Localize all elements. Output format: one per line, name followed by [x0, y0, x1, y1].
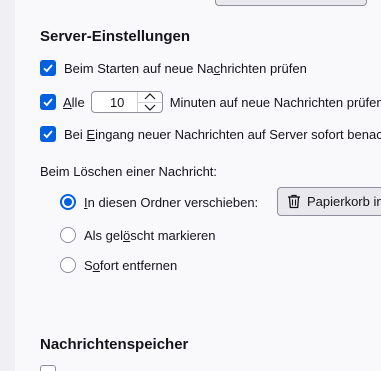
- section-title-message-storage: Nachrichtenspeicher: [40, 336, 189, 353]
- trash-folder-label: Papierkorb in: [307, 194, 381, 209]
- trash-folder-picker-button[interactable]: Papierkorb in: [277, 187, 381, 216]
- delete-option-remove-row[interactable]: Sofort entfernen: [60, 257, 177, 273]
- checkmark-icon: [43, 98, 53, 107]
- label-part: hrichten prüfen: [220, 60, 307, 76]
- fetch-on-arrival-row[interactable]: Bei Eingang neuer Nachrichten auf Server…: [40, 126, 381, 142]
- on-delete-label: Beim Löschen einer Nachricht:: [40, 164, 218, 179]
- label-part: lle: [71, 94, 85, 110]
- label-part: Bei: [64, 126, 87, 142]
- check-on-startup-row[interactable]: Beim Starten auf neue Nachrichten prüfen: [40, 60, 307, 76]
- check-interval-value[interactable]: 10: [92, 92, 137, 112]
- checkmark-icon: [43, 130, 53, 139]
- fetch-on-arrival-checkbox[interactable]: [40, 126, 56, 142]
- message-storage-first-row[interactable]: [40, 365, 56, 371]
- fetch-on-arrival-label: Bei Eingang neuer Nachrichten auf Server…: [64, 127, 381, 142]
- label-part: Beim Starten auf neue Na: [64, 60, 214, 76]
- delete-option-mark-label: Als gelöscht markieren: [84, 228, 216, 243]
- delete-option-mark-radio[interactable]: [60, 227, 76, 243]
- check-interval-stepper[interactable]: 10: [90, 91, 163, 113]
- stepper-up-button[interactable]: [138, 92, 162, 102]
- stepper-down-button[interactable]: [137, 101, 162, 113]
- chevron-down-icon: [144, 104, 156, 111]
- check-every-suffix: Minuten auf neue Nachrichten prüfen: [169, 94, 381, 110]
- top-button[interactable]: [215, 0, 367, 6]
- label-part: Als gel: [84, 227, 124, 243]
- check-on-startup-label: Beim Starten auf neue Nachrichten prüfen: [64, 61, 307, 76]
- delete-option-remove-radio[interactable]: [60, 257, 76, 273]
- label-part: fort entfernen: [99, 257, 178, 273]
- check-every-checkbox[interactable]: [40, 94, 56, 110]
- delete-option-mark-row[interactable]: Als gelöscht markieren: [60, 227, 216, 243]
- delete-option-remove-label: Sofort entfernen: [84, 258, 177, 273]
- chevron-up-icon: [144, 93, 156, 100]
- check-every-label: Alle: [63, 95, 85, 110]
- stepper-controls: [136, 92, 162, 113]
- check-on-startup-checkbox[interactable]: [40, 60, 56, 76]
- label-mnemonic: A: [63, 94, 72, 110]
- section-title-server-settings: Server-Einstellungen: [40, 28, 191, 45]
- message-storage-checkbox[interactable]: [40, 365, 56, 371]
- trash-icon: [288, 194, 300, 209]
- label-part: n diesen Ordner verschieben:: [87, 194, 259, 210]
- delete-option-move-radio[interactable]: [60, 194, 76, 210]
- label-part: scht markieren: [130, 227, 216, 243]
- label-mnemonic: o: [92, 257, 100, 273]
- label-part: S: [84, 257, 93, 273]
- server-settings-panel: Server-Einstellungen Beim Starten auf ne…: [15, 0, 381, 371]
- delete-option-move-row[interactable]: In diesen Ordner verschieben:: [60, 194, 258, 210]
- delete-option-move-label: In diesen Ordner verschieben:: [84, 195, 258, 210]
- checkmark-icon: [43, 64, 53, 73]
- label-mnemonic: E: [86, 126, 96, 142]
- label-part: ingang neuer Nachrichten auf Server sofo…: [95, 126, 381, 142]
- check-every-row[interactable]: Alle 10 Minuten auf neue Nachrichten prü…: [40, 91, 381, 113]
